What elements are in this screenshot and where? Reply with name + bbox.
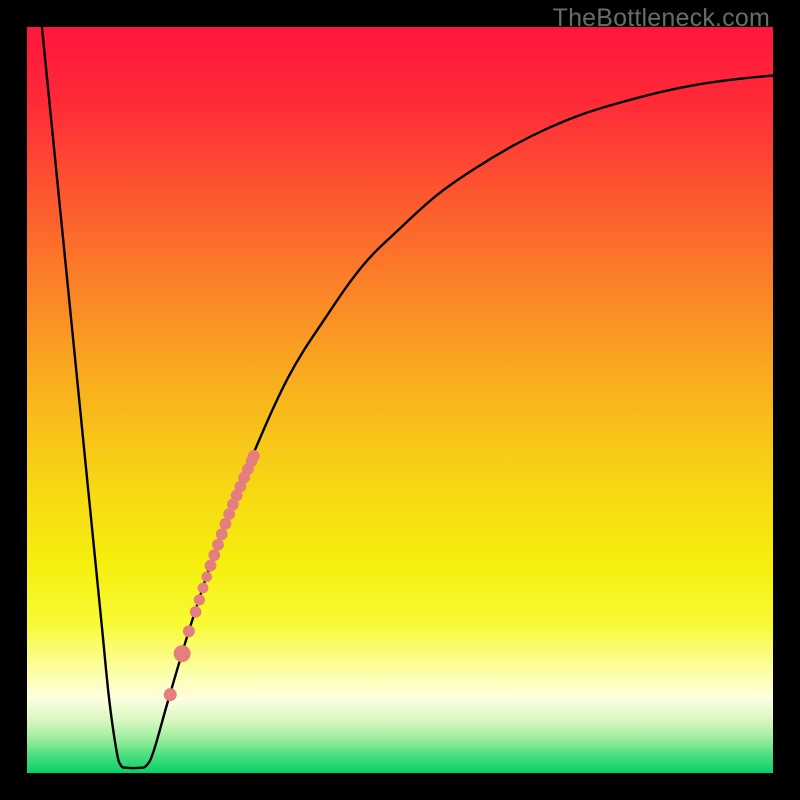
data-dot	[190, 606, 202, 618]
data-dot	[205, 560, 217, 572]
data-dot	[216, 528, 228, 540]
chart-frame: TheBottleneck.com	[0, 0, 800, 800]
data-dot	[198, 583, 209, 594]
data-dot	[183, 625, 195, 637]
data-dot	[174, 645, 191, 662]
data-dot	[201, 572, 212, 583]
plot-area	[27, 27, 773, 773]
data-dot	[248, 450, 260, 462]
data-dot	[212, 539, 224, 551]
data-dot	[164, 688, 177, 701]
chart-svg	[27, 27, 773, 773]
gradient-background	[27, 27, 773, 773]
data-dot	[208, 549, 220, 561]
data-dot	[194, 594, 205, 605]
